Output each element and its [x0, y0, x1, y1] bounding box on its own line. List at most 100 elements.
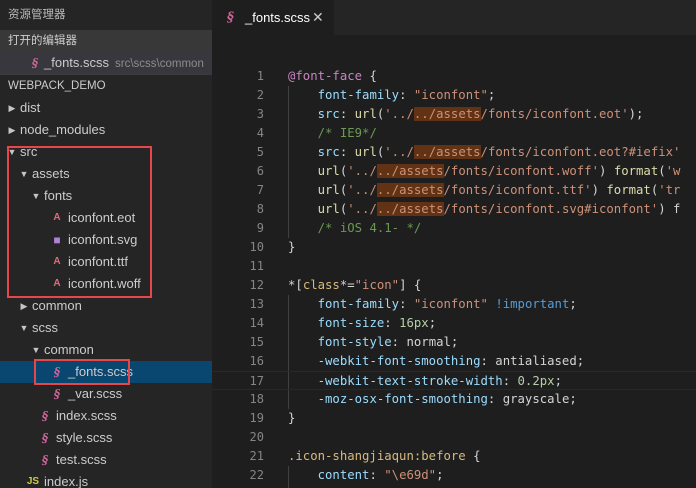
code-text: font-size: 16px; [288, 314, 436, 333]
code-editor[interactable]: 1 @font-face {2 font-family: "iconfont"; 3… [212, 35, 696, 488]
code-text: src: url('../../assets/fonts/iconfont.eo… [288, 143, 680, 162]
code-token: font-family [317, 297, 400, 311]
close-icon[interactable]: ✕ [312, 0, 324, 35]
code-token: url [317, 164, 340, 178]
code-token: ) [599, 164, 614, 178]
code-token: ../assets [376, 202, 444, 216]
tree-file-var-scss[interactable]: § _var.scss [0, 383, 212, 405]
tree-item-label: index.js [44, 474, 89, 488]
code-token: ( [658, 164, 666, 178]
line-number: 10 [249, 240, 264, 254]
code-token: !important [495, 297, 570, 311]
code-line: 2 font-family: "iconfont"; [212, 86, 696, 105]
code-token: format [606, 183, 651, 197]
code-line: 18 -moz-osx-font-smoothing: grayscale; [212, 390, 696, 409]
code-token: '../ [384, 145, 414, 159]
code-token: } [288, 411, 296, 425]
chevron-down-icon: ▼ [31, 345, 41, 355]
tree-folder-common[interactable]: ▼ common [0, 339, 212, 361]
line-number: 18 [249, 392, 264, 406]
code-line: 21 .icon-shangjiaqun:before { [212, 447, 696, 466]
line-number: 13 [249, 297, 264, 311]
sass-file-icon: § [227, 10, 234, 25]
code-token: src [317, 145, 340, 159]
line-number: 12 [249, 278, 264, 292]
highlight-box-fonts-scss [34, 359, 130, 385]
code-token: '../ [347, 164, 377, 178]
code-token: '../ [347, 183, 377, 197]
code-token: 0.2px [517, 374, 555, 388]
code-token: class [302, 278, 340, 292]
line-number: 20 [249, 430, 264, 444]
code-text: *[class*="icon"] { [288, 276, 421, 295]
code-text: /* IE9*/ [288, 124, 377, 143]
code-token: /fonts/iconfont.svg#iconfont' [443, 202, 659, 216]
workspace-header[interactable]: WEBPACK_DEMO [0, 74, 212, 97]
js-file-icon: JS [26, 476, 40, 487]
chevron-right-icon: ▶ [20, 301, 28, 311]
code-token: *= [339, 278, 355, 292]
code-line: 3 src: url('../../assets/fonts/iconfont.… [212, 105, 696, 124]
tree-file-test-scss[interactable]: § test.scss [0, 449, 212, 471]
open-editors-header[interactable]: 打开的编辑器 [0, 30, 212, 52]
highlight-box-assets [7, 146, 152, 298]
code-token: /* IE9*/ [317, 126, 377, 140]
code-token: : [399, 88, 414, 102]
tree-file-index-scss[interactable]: § index.scss [0, 405, 212, 427]
code-token: { [465, 449, 481, 463]
code-text: font-style: normal; [288, 333, 459, 352]
tree-item-label: node_modules [20, 122, 106, 137]
sass-file-icon: § [53, 387, 61, 401]
line-number: 14 [249, 316, 264, 330]
code-token: 16px [399, 316, 429, 330]
code-token: ] { [399, 278, 422, 292]
tree-item-label: test.scss [56, 452, 107, 467]
tree-folder-common[interactable]: ▶ common [0, 295, 212, 317]
tree-folder-scss[interactable]: ▼ scss [0, 317, 212, 339]
sass-file-icon: § [31, 56, 39, 70]
code-line: 8 url('../../assets/fonts/iconfont.svg#i… [212, 200, 696, 219]
open-editor-path: src\scss\common [115, 58, 204, 70]
code-line: 13 font-family: "iconfont" !important; [212, 295, 696, 314]
tab-fonts-scss[interactable]: § _fonts.scss ✕ [212, 0, 334, 35]
tree-file-index-js[interactable]: JS index.js [0, 471, 212, 488]
code-token: font-size [317, 316, 385, 330]
line-number: 7 [256, 183, 264, 197]
line-number: 17 [249, 374, 264, 388]
tree-folder-dist[interactable]: ▶ dist [0, 97, 212, 119]
line-number: 21 [249, 449, 264, 463]
code-token: "icon" [354, 278, 400, 292]
tree-file-style-scss[interactable]: § style.scss [0, 427, 212, 449]
code-token: /fonts/iconfont.eot?#iefix' [480, 145, 681, 159]
code-text: url('../../assets/fonts/iconfont.woff') … [288, 162, 680, 181]
tree-folder-node-modules[interactable]: ▶ node_modules [0, 119, 212, 141]
line-number: 9 [256, 221, 264, 235]
code-token: -moz-osx-font-smoothing [317, 392, 488, 406]
line-number: 11 [249, 259, 264, 273]
code-token: ../assets [376, 183, 444, 197]
code-token: src [317, 107, 340, 121]
code-token: ; [436, 468, 444, 482]
code-text: url('../../assets/fonts/iconfont.ttf') f… [288, 181, 680, 200]
code-token: ); [628, 107, 644, 121]
code-token: url [317, 202, 340, 216]
open-editor-name: _fonts.scss [44, 55, 110, 70]
code-token: ) [591, 183, 607, 197]
chevron-right-icon: ▶ [8, 125, 16, 135]
code-token: url [354, 107, 377, 121]
code-text: src: url('../../assets/fonts/iconfont.eo… [288, 105, 643, 124]
code-token: ; [554, 374, 562, 388]
code-token: url [317, 183, 340, 197]
sass-file-icon: § [41, 409, 49, 423]
code-token: ; [428, 316, 437, 330]
line-number: 15 [249, 335, 264, 349]
editor-tab-bar: § _fonts.scss ✕ [212, 0, 696, 35]
open-editor-item[interactable]: § _fonts.scss src\scss\common [0, 52, 212, 74]
code-token: .icon-shangjiaqun:before [288, 449, 466, 463]
